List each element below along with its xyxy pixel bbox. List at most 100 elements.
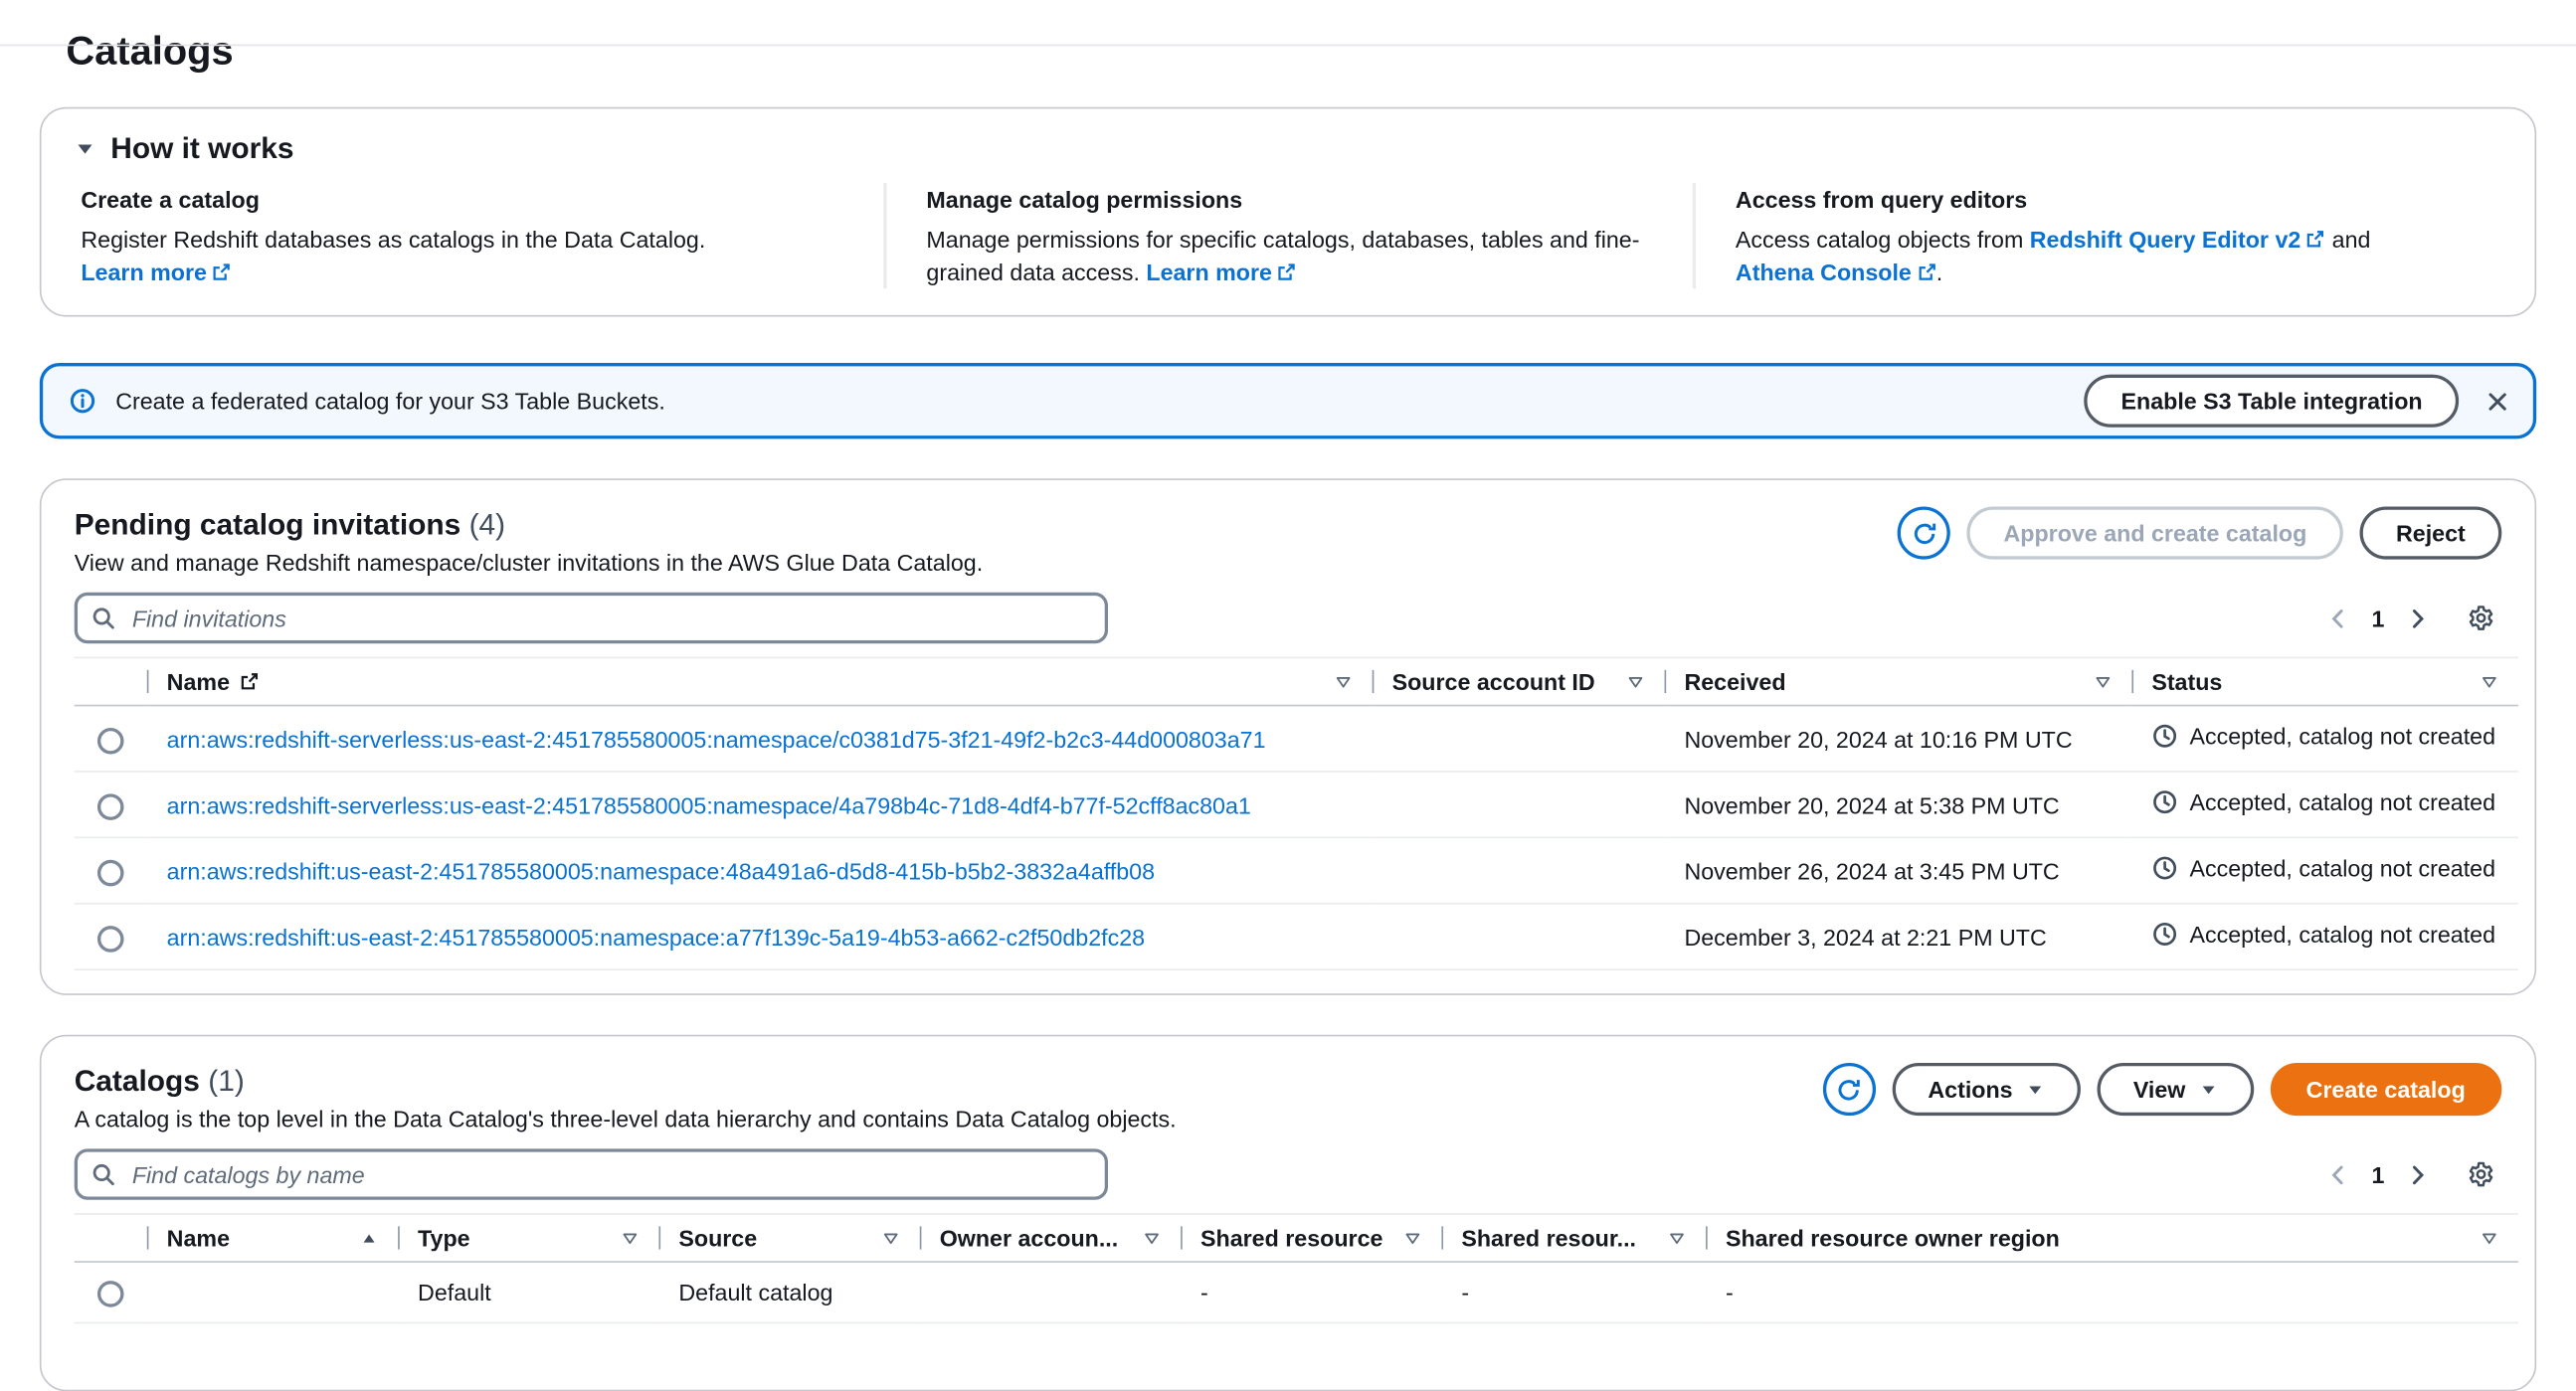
row-radio[interactable] (97, 1282, 124, 1308)
table-preferences-button[interactable] (2461, 598, 2502, 639)
owner-account-cell (920, 1262, 1181, 1322)
external-link-icon (1917, 262, 1936, 282)
redshift-query-editor-link[interactable]: Redshift Query Editor v2 (2030, 226, 2325, 253)
column-header-status[interactable]: Status (2131, 657, 2518, 705)
filter-icon (621, 1229, 639, 1247)
page-title: Catalogs (66, 28, 2536, 78)
card-text: . (1936, 259, 1942, 285)
filter-icon (1403, 1229, 1421, 1247)
refresh-icon (1912, 521, 1936, 546)
invitation-arn-link[interactable]: arn:aws:redshift-serverless:us-east-2:45… (167, 725, 1266, 752)
row-radio[interactable] (97, 793, 124, 820)
chevron-right-icon (2406, 607, 2429, 629)
column-header-owner-account[interactable]: Owner accoun... (920, 1214, 1181, 1262)
received-cell: November 20, 2024 at 5:38 PM UTC (1665, 772, 2132, 837)
banner-close-button[interactable] (2479, 382, 2516, 420)
column-header-source-account-id[interactable]: Source account ID (1373, 657, 1665, 705)
external-link-icon (2305, 230, 2325, 250)
invitation-arn-link[interactable]: arn:aws:redshift:us-east-2:451785580005:… (167, 857, 1155, 884)
invitations-search (75, 593, 1108, 643)
how-it-works-card-create: Create a catalog Register Redshift datab… (75, 183, 884, 288)
pending-invitations-title: Pending catalog invitations (4) (75, 506, 983, 543)
invitation-row: arn:aws:redshift-serverless:us-east-2:45… (75, 706, 2518, 772)
panel-titles: Pending catalog invitations (4) View and… (75, 506, 983, 579)
column-header-name[interactable]: Name (147, 1214, 398, 1262)
catalogs-table: Name Type Source Owner accoun... Shared … (75, 1213, 2518, 1323)
filter-icon (1143, 1229, 1161, 1247)
pagination: 1 (2320, 1153, 2501, 1195)
filter-icon (882, 1229, 900, 1247)
how-it-works-title: How it works (110, 132, 293, 167)
find-catalogs-input[interactable] (75, 1148, 1108, 1199)
learn-more-link[interactable]: Learn more (1146, 259, 1296, 285)
filter-icon (1668, 1229, 1686, 1247)
select-all-header (75, 657, 147, 705)
invitation-arn-link[interactable]: arn:aws:redshift-serverless:us-east-2:45… (167, 791, 1251, 818)
sort-ascending-icon (360, 1229, 378, 1247)
column-header-shared-resource[interactable]: Shared resource (1181, 1214, 1441, 1262)
external-link-icon (212, 262, 232, 282)
filter-icon (2481, 1229, 2498, 1247)
table-preferences-button[interactable] (2461, 1153, 2502, 1195)
filter-icon (1334, 672, 1352, 690)
table-header-row: Name Source account ID Received Status (75, 657, 2518, 705)
status-cell: Accepted, catalog not created (2131, 904, 2518, 969)
create-catalog-button[interactable]: Create catalog (2270, 1063, 2501, 1116)
refresh-button[interactable] (1822, 1063, 1875, 1116)
received-cell: November 26, 2024 at 3:45 PM UTC (1665, 837, 2132, 903)
find-invitations-input[interactable] (75, 593, 1108, 643)
how-it-works-card-permissions: Manage catalog permissions Manage permis… (883, 183, 1693, 288)
learn-more-link[interactable]: Learn more (81, 259, 231, 285)
invitation-arn-link[interactable]: arn:aws:redshift:us-east-2:451785580005:… (167, 924, 1145, 951)
close-icon (2485, 389, 2510, 414)
approve-and-create-catalog-button[interactable]: Approve and create catalog (1967, 506, 2343, 559)
table-header-row: Name Type Source Owner accoun... Shared … (75, 1214, 2518, 1262)
source-account-cell (1373, 706, 1665, 772)
filter-icon (2481, 672, 2498, 690)
actions-dropdown-button[interactable]: Actions (1892, 1063, 2081, 1116)
card-heading: Create a catalog (81, 183, 843, 216)
column-header-shared-resource-owner-region[interactable]: Shared resource owner region (1706, 1214, 2518, 1262)
invitation-row: arn:aws:redshift-serverless:us-east-2:45… (75, 772, 2518, 837)
name-cell (147, 1262, 398, 1322)
how-it-works-panel: How it works Create a catalog Register R… (40, 107, 2536, 317)
column-header-type[interactable]: Type (398, 1214, 658, 1262)
how-it-works-card-query-editors: Access from query editors Access catalog… (1693, 183, 2502, 288)
column-header-name[interactable]: Name (147, 657, 1373, 705)
invitation-row: arn:aws:redshift:us-east-2:451785580005:… (75, 837, 2518, 903)
source-account-cell (1373, 772, 1665, 837)
reject-button[interactable]: Reject (2359, 506, 2501, 559)
enable-s3-table-integration-button[interactable]: Enable S3 Table integration (2085, 375, 2459, 428)
refresh-icon (1836, 1077, 1861, 1102)
refresh-button[interactable] (1898, 506, 1950, 559)
how-it-works-toggle[interactable]: How it works (75, 132, 2502, 167)
catalogs-title: Catalogs (1) (75, 1063, 1177, 1100)
banner-message: Create a federated catalog for your S3 T… (115, 388, 2065, 415)
shared-resource-type-cell: - (1441, 1262, 1706, 1322)
status-pending-icon (2151, 723, 2178, 750)
view-dropdown-button[interactable]: View (2097, 1063, 2253, 1116)
status-pending-icon (2151, 855, 2178, 882)
column-header-shared-resource-type[interactable]: Shared resour... (1441, 1214, 1706, 1262)
caret-down-icon (75, 138, 96, 160)
catalogs-panel: Catalogs (1) A catalog is the top level … (40, 1035, 2536, 1391)
catalogs-page: Catalogs How it works Create a catalog R… (0, 28, 2576, 1381)
previous-page-button[interactable] (2320, 1156, 2357, 1193)
select-all-header (75, 1214, 147, 1262)
row-radio[interactable] (97, 926, 124, 953)
card-text: Register Redshift databases as catalogs … (81, 226, 705, 253)
status-cell: Accepted, catalog not created (2131, 706, 2518, 772)
previous-page-button[interactable] (2320, 600, 2357, 636)
athena-console-link[interactable]: Athena Console (1736, 259, 1936, 285)
column-header-source[interactable]: Source (658, 1214, 919, 1262)
next-page-button[interactable] (2399, 1156, 2436, 1193)
gear-icon (2467, 604, 2494, 631)
next-page-button[interactable] (2399, 600, 2436, 636)
filter-icon (2094, 672, 2112, 690)
shared-resource-owner-region-cell: - (1706, 1262, 2518, 1322)
catalogs-description: A catalog is the top level in the Data C… (75, 1103, 1177, 1135)
row-radio[interactable] (97, 728, 124, 755)
info-banner: Create a federated catalog for your S3 T… (40, 363, 2536, 438)
column-header-received[interactable]: Received (1665, 657, 2132, 705)
row-radio[interactable] (97, 859, 124, 886)
